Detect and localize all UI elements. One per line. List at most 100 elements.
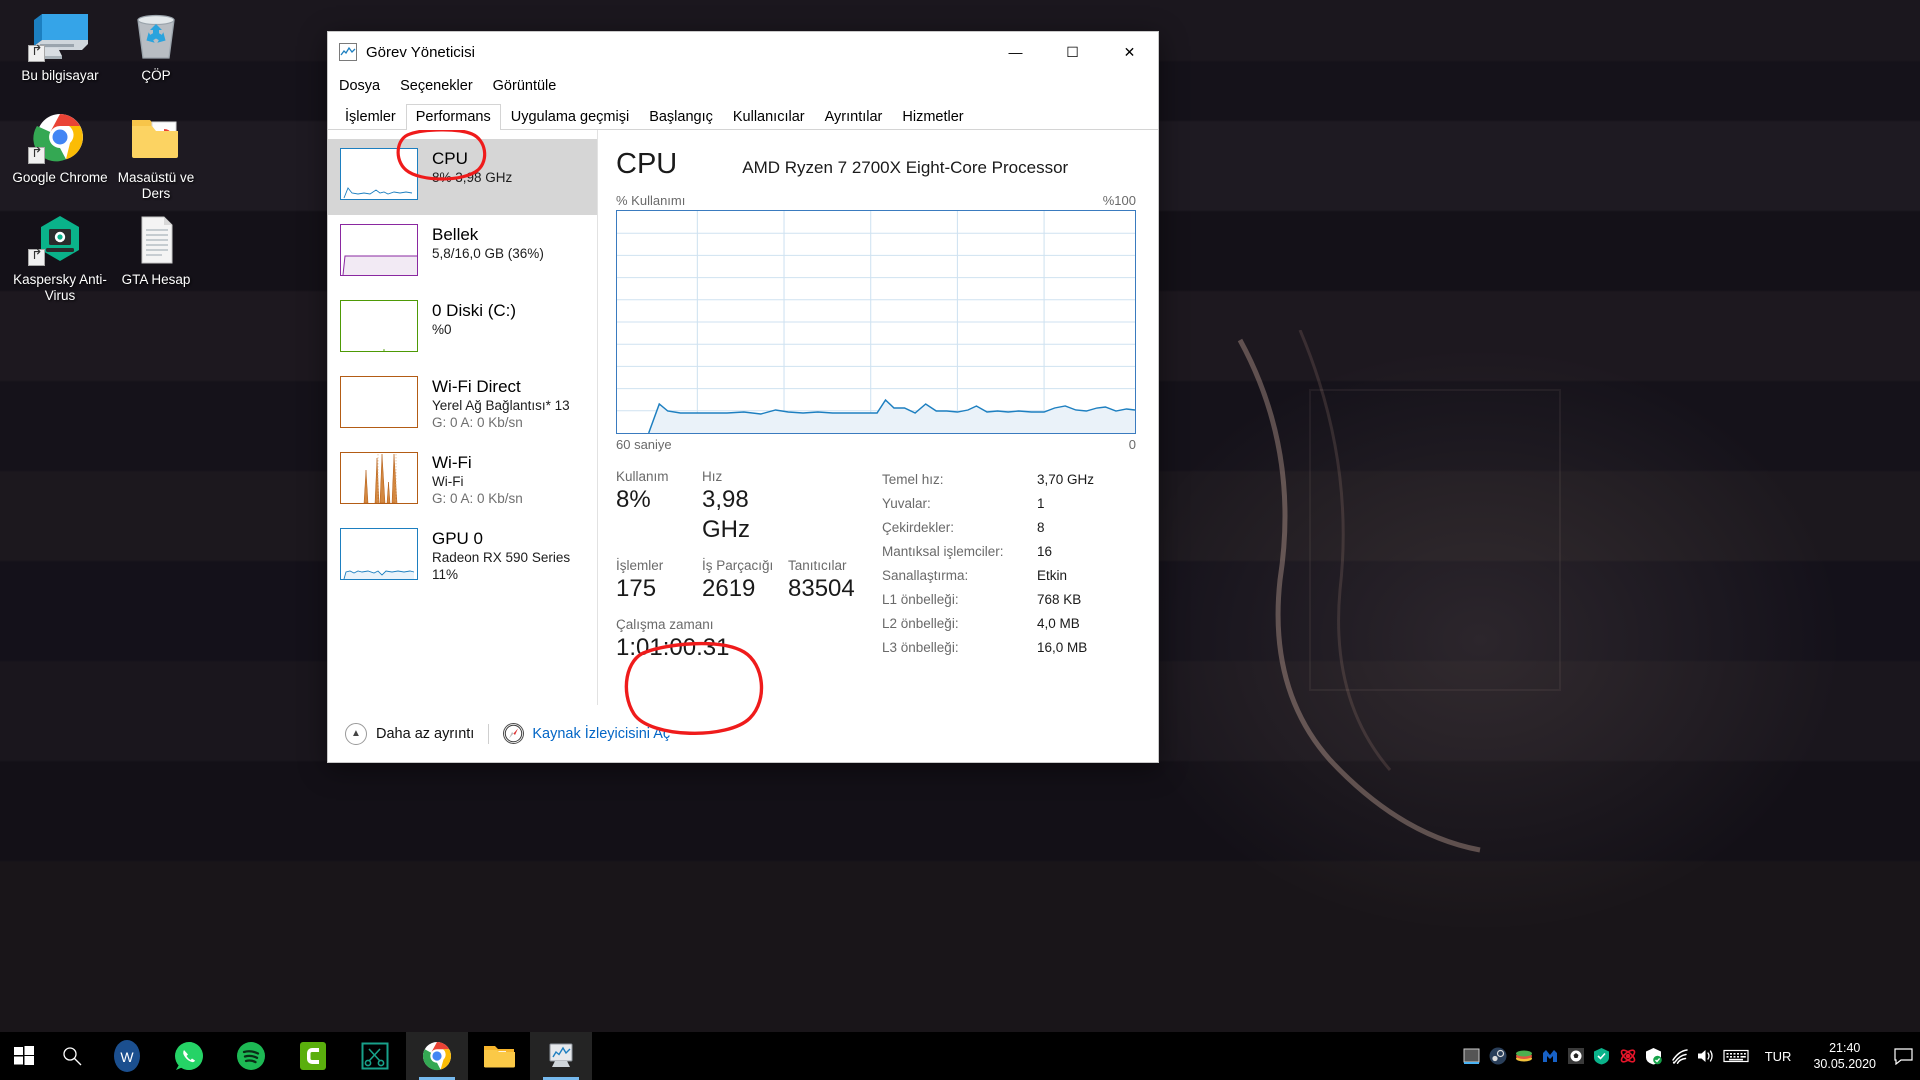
tab-hizmetler[interactable]: Hizmetler: [892, 104, 973, 130]
tray-icon-nvidia[interactable]: [1459, 1032, 1485, 1080]
task-manager-window: Görev Yöneticisi — ☐ ✕ Dosya Seçenekler …: [327, 31, 1159, 763]
window-footer: ▲ Daha az ayrıntı Kaynak İzleyicisini Aç: [328, 704, 1158, 762]
spotify-icon: [237, 1042, 265, 1070]
whatsapp-icon: [175, 1042, 203, 1070]
taskbar-app-whatsapp[interactable]: [158, 1032, 220, 1080]
spec-key: Mantıksal işlemciler:: [882, 544, 1004, 559]
tray-clock[interactable]: 21:40 30.05.2020: [1803, 1040, 1886, 1072]
tray-icon-red-atom[interactable]: [1615, 1032, 1641, 1080]
sidebar-item-title: 0 Diski (C:): [432, 301, 517, 320]
tray-language-indicator[interactable]: TUR: [1753, 1049, 1804, 1064]
tab-performans[interactable]: Performans: [405, 104, 501, 130]
sidebar-item-sub2: G: 0 A: 0 Kb/sn: [432, 415, 523, 430]
sidebar-item-sub: Wi-Fi: [432, 474, 464, 489]
taskbar-app-file-explorer[interactable]: [468, 1032, 530, 1080]
menu-item-goruntule[interactable]: Görüntüle: [493, 78, 557, 94]
graph-ylabel: % Kullanımı: [616, 193, 686, 208]
open-resource-monitor-label: Kaynak İzleyicisini Aç: [532, 725, 671, 742]
maximize-button[interactable]: ☐: [1044, 32, 1101, 72]
tab-ayrintilar[interactable]: Ayrıntılar: [815, 104, 893, 130]
sidebar-item-gpu-0[interactable]: GPU 0 Radeon RX 590 Series 11%: [328, 519, 597, 595]
sidebar-item-sub2: 11%: [432, 567, 459, 582]
taskbar-app-task-manager[interactable]: [530, 1032, 592, 1080]
taskbar-app-google-chrome[interactable]: [406, 1032, 468, 1080]
system-tray: TUR 21:40 30.05.2020: [1459, 1032, 1920, 1080]
stat-row-usage-speed: Kullanım 8% Hız 3,98 GHz: [616, 468, 874, 545]
close-button[interactable]: ✕: [1101, 32, 1158, 72]
stat-handles: Tanıtıcılar 83504: [788, 557, 874, 604]
tray-icon-malwarebytes[interactable]: [1537, 1032, 1563, 1080]
desktop-icon-recycle-bin[interactable]: ÇÖP: [108, 8, 204, 84]
desktop-icon-desktop-and-lesson-folder[interactable]: Masaüstü ve Ders: [108, 110, 204, 202]
panel-header: CPU AMD Ryzen 7 2700X Eight-Core Process…: [616, 148, 1136, 181]
shortcut-overlay-icon: [28, 249, 45, 266]
spec-value: 1: [1037, 496, 1045, 511]
tab-islemler[interactable]: İşlemler: [335, 104, 406, 130]
tray-icon-wifi[interactable]: [1667, 1032, 1693, 1080]
spec-key: Temel hız:: [882, 472, 944, 487]
tray-icon-books[interactable]: [1511, 1032, 1537, 1080]
monitor-icon: [28, 8, 92, 64]
fewer-details-button[interactable]: ▲ Daha az ayrıntı: [345, 722, 474, 745]
stat-label: Çalışma zamanı: [616, 617, 714, 632]
search-icon[interactable]: [48, 1032, 96, 1080]
desktop-icon-kaspersky[interactable]: Kaspersky Anti-Virus: [12, 212, 108, 304]
taskbar-app-spotify[interactable]: [220, 1032, 282, 1080]
sidebar-item-disk-0[interactable]: 0 Diski (C:) %0: [328, 291, 597, 367]
stat-value: 8%: [616, 486, 651, 513]
taskbar-app-snipping-tool[interactable]: [344, 1032, 406, 1080]
wallpaper-light-streak: [1237, 330, 1561, 853]
window-body: CPU 8% 3,98 GHz Bellek 5,8/16,0 GB (36%): [328, 130, 1158, 705]
desktop-icon-label: Google Chrome: [12, 170, 108, 185]
start-icon[interactable]: [0, 1032, 48, 1080]
open-resource-monitor-link[interactable]: Kaynak İzleyicisini Aç: [503, 723, 670, 744]
wifi-thumbnail-graph: [340, 452, 418, 504]
chrome-icon: [28, 110, 92, 166]
desktop-icon-gta-hesap[interactable]: GTA Hesap: [108, 212, 204, 288]
folder-icon: [124, 110, 188, 166]
cpu-model-name: AMD Ryzen 7 2700X Eight-Core Processor: [742, 158, 1069, 177]
stat-value: 2619: [702, 575, 756, 602]
tab-baslangic[interactable]: Başlangıç: [639, 104, 723, 130]
desktop-icon-google-chrome[interactable]: Google Chrome: [12, 110, 108, 186]
spec-key: L2 önbelleği:: [882, 616, 959, 631]
menu-item-secenekler[interactable]: Seçenekler: [400, 78, 473, 94]
tab-kullanicilar[interactable]: Kullanıcılar: [723, 104, 815, 130]
tab-uygulama-gecmisi[interactable]: Uygulama geçmişi: [501, 104, 639, 130]
desktop-icon-this-pc[interactable]: Bu bilgisayar: [12, 8, 108, 84]
sidebar-item-wifi-direct[interactable]: Wi-Fi Direct Yerel Ağ Bağlantısı* 13 G: …: [328, 367, 597, 443]
spec-key: L1 önbelleği:: [882, 592, 959, 607]
window-titlebar[interactable]: Görev Yöneticisi — ☐ ✕: [328, 32, 1158, 72]
disk-thumbnail-graph: [340, 300, 418, 352]
resource-sidebar[interactable]: CPU 8% 3,98 GHz Bellek 5,8/16,0 GB (36%): [328, 130, 598, 705]
taskbar-app-wattpad[interactable]: W: [96, 1032, 158, 1080]
stat-row-uptime: Çalışma zamanı 1:01:00:31: [616, 616, 874, 663]
stat-processes: İşlemler 175: [616, 557, 702, 604]
sidebar-item-title: Bellek: [432, 225, 479, 244]
tray-icon-windows-defender[interactable]: [1641, 1032, 1667, 1080]
stat-row-processes: İşlemler 175 İş Parçacığı 2619 Tanıtıcıl…: [616, 557, 874, 604]
stat-label: Tanıtıcılar: [788, 558, 847, 573]
graph-axis-labels: % Kullanımı %100: [616, 193, 1136, 208]
tray-icon-soccer[interactable]: [1563, 1032, 1589, 1080]
sidebar-item-memory[interactable]: Bellek 5,8/16,0 GB (36%): [328, 215, 597, 291]
spec-l2-cache: L2 önbelleği: 4,0 MB: [882, 612, 1094, 636]
taskbar-app-camtasia[interactable]: [282, 1032, 344, 1080]
recycle-bin-icon: [124, 8, 188, 64]
tab-bar: İşlemler Performans Uygulama geçmişi Baş…: [328, 100, 1158, 130]
sidebar-item-wifi[interactable]: Wi-Fi Wi-Fi G: 0 A: 0 Kb/sn: [328, 443, 597, 519]
task-manager-icon: [339, 43, 357, 61]
tray-icon-kaspersky[interactable]: [1589, 1032, 1615, 1080]
menu-item-dosya[interactable]: Dosya: [339, 78, 380, 94]
action-center-icon[interactable]: [1886, 1032, 1920, 1080]
minimize-button[interactable]: —: [987, 32, 1044, 72]
spec-sockets: Yuvalar: 1: [882, 492, 1094, 516]
spec-l3-cache: L3 önbelleği: 16,0 MB: [882, 636, 1094, 660]
sidebar-item-sub: 5,8/16,0 GB (36%): [432, 246, 544, 261]
desktop-icon-label: Bu bilgisayar: [21, 68, 99, 83]
tray-icon-steam[interactable]: [1485, 1032, 1511, 1080]
tray-icon-volume[interactable]: [1693, 1032, 1719, 1080]
stat-speed: Hız 3,98 GHz: [702, 468, 792, 545]
sidebar-item-cpu[interactable]: CPU 8% 3,98 GHz: [328, 139, 597, 215]
tray-icon-keyboard[interactable]: [1719, 1032, 1753, 1080]
